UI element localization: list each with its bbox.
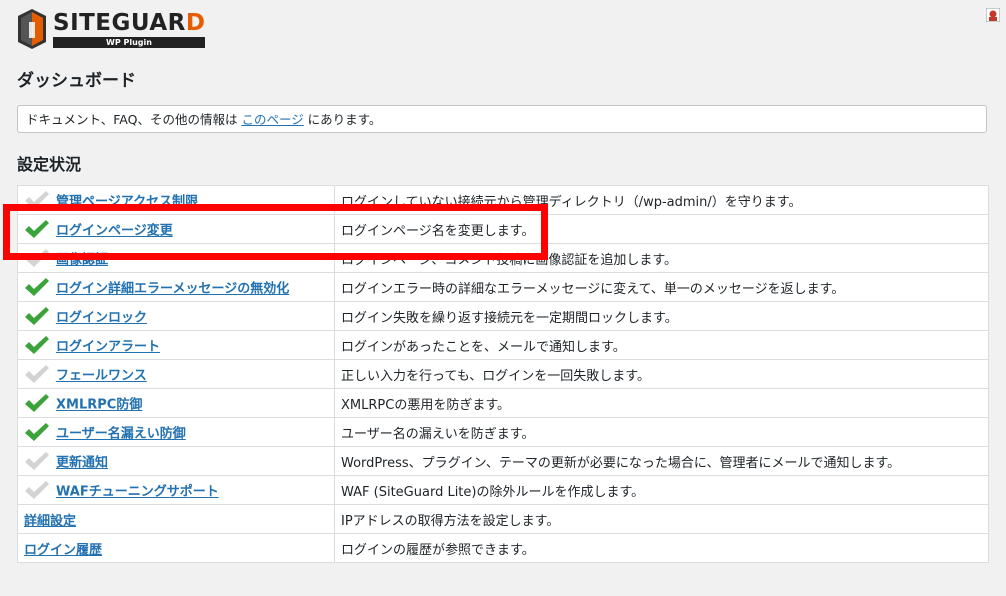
feature-link[interactable]: WAFチューニングサポート — [56, 485, 219, 500]
feature-description: ログインエラー時の詳細なエラーメッセージに変えて、単一のメッセージを返します。 — [334, 272, 989, 302]
feature-cell: ログインアラート — [17, 330, 335, 360]
feature-link[interactable]: XMLRPC防御 — [56, 398, 142, 413]
feature-description: ログイン失敗を繰り返す接続元を一定期間ロックします。 — [334, 301, 989, 331]
feature-link[interactable]: 更新通知 — [56, 456, 108, 471]
info-notice: ドキュメント、FAQ、その他の情報は このページ にあります。 — [17, 105, 987, 133]
check-enabled-icon — [25, 394, 49, 412]
feature-description: WordPress、プラグイン、テーマの更新が必要になった場合に、管理者にメール… — [334, 446, 989, 476]
settings-status-table: 管理ページアクセス制限 ログインしていない接続元から管理ディレクトリ（/wp-ad… — [17, 185, 989, 563]
check-disabled-icon — [25, 481, 49, 499]
feature-link[interactable]: 管理ページアクセス制限 — [56, 195, 198, 210]
page-title: ダッシュボード — [17, 71, 136, 91]
feature-link[interactable]: 画像認証 — [56, 253, 108, 268]
feature-description: ログインしていない接続元から管理ディレクトリ（/wp-admin/）を守ります。 — [334, 185, 989, 215]
notice-link[interactable]: このページ — [241, 112, 303, 127]
check-enabled-icon — [25, 220, 49, 238]
check-disabled-icon — [25, 191, 49, 209]
feature-link[interactable]: ログインアラート — [56, 340, 160, 355]
feature-description: ログインの履歴が参照できます。 — [334, 533, 989, 563]
feature-cell: 管理ページアクセス制限 — [17, 185, 335, 215]
table-row: 更新通知 WordPress、プラグイン、テーマの更新が必要になった場合に、管理者… — [17, 446, 989, 476]
table-row: ログインロック ログイン失敗を繰り返す接続元を一定期間ロックします。 — [17, 301, 989, 331]
feature-description: ユーザー名の漏えいを防ぎます。 — [334, 417, 989, 447]
feature-description: ログインページ名を変更します。 — [334, 214, 989, 244]
feature-link[interactable]: ユーザー名漏えい防御 — [56, 427, 186, 442]
feature-cell: ユーザー名漏えい防御 — [17, 417, 335, 447]
check-disabled-icon — [25, 452, 49, 470]
check-disabled-icon — [25, 365, 49, 383]
table-row: 管理ページアクセス制限 ログインしていない接続元から管理ディレクトリ（/wp-ad… — [17, 185, 989, 215]
user-avatar-icon[interactable] — [986, 8, 1000, 22]
feature-cell: 更新通知 — [17, 446, 335, 476]
table-row: ログイン詳細エラーメッセージの無効化 ログインエラー時の詳細なエラーメッセージに変… — [17, 272, 989, 302]
table-row: XMLRPC防御 XMLRPCの悪用を防ぎます。 — [17, 388, 989, 418]
feature-description: ログインページ、コメント投稿に画像認証を追加します。 — [334, 243, 989, 273]
check-enabled-icon — [25, 307, 49, 325]
check-enabled-icon — [25, 278, 49, 296]
table-row: ログインアラート ログインがあったことを、メールで通知します。 — [17, 330, 989, 360]
feature-cell: XMLRPC防御 — [17, 388, 335, 418]
notice-text-before: ドキュメント、FAQ、その他の情報は — [26, 112, 242, 127]
siteguard-shield-icon — [18, 9, 46, 49]
table-row: WAFチューニングサポート WAF (SiteGuard Lite)の除外ルールを… — [17, 475, 989, 505]
logo-subtitle: WP Plugin — [53, 37, 205, 48]
feature-link[interactable]: 詳細設定 — [24, 514, 76, 529]
feature-description: ログインがあったことを、メールで通知します。 — [334, 330, 989, 360]
feature-cell: ログインロック — [17, 301, 335, 331]
feature-description: IPアドレスの取得方法を設定します。 — [334, 504, 989, 534]
table-row: ログインページ変更 ログインページ名を変更します。 — [17, 214, 989, 244]
feature-cell: 画像認証 — [17, 243, 335, 273]
feature-cell: ログインページ変更 — [17, 214, 335, 244]
check-enabled-icon — [25, 336, 49, 354]
feature-description: WAF (SiteGuard Lite)の除外ルールを作成します。 — [334, 475, 989, 505]
feature-cell: ログイン履歴 — [17, 533, 335, 563]
feature-cell: フェールワンス — [17, 359, 335, 389]
table-row: 画像認証 ログインページ、コメント投稿に画像認証を追加します。 — [17, 243, 989, 273]
feature-cell: ログイン詳細エラーメッセージの無効化 — [17, 272, 335, 302]
table-row: ユーザー名漏えい防御 ユーザー名の漏えいを防ぎます。 — [17, 417, 989, 447]
feature-description: XMLRPCの悪用を防ぎます。 — [334, 388, 989, 418]
feature-link[interactable]: ログインページ変更 — [56, 224, 173, 239]
section-title: 設定状況 — [17, 155, 82, 174]
feature-link[interactable]: ログイン詳細エラーメッセージの無効化 — [56, 282, 289, 297]
check-disabled-icon — [25, 249, 49, 267]
logo-wordmark: SITEGUARD — [53, 10, 206, 36]
table-row: フェールワンス 正しい入力を行っても、ログインを一回失敗します。 — [17, 359, 989, 389]
feature-link[interactable]: ログインロック — [56, 311, 147, 326]
feature-cell: 詳細設定 — [17, 504, 335, 534]
check-enabled-icon — [25, 423, 49, 441]
feature-link[interactable]: フェールワンス — [56, 369, 147, 384]
feature-cell: WAFチューニングサポート — [17, 475, 335, 505]
table-row: ログイン履歴 ログインの履歴が参照できます。 — [17, 533, 989, 563]
feature-link[interactable]: ログイン履歴 — [24, 543, 102, 558]
table-row: 詳細設定 IPアドレスの取得方法を設定します。 — [17, 504, 989, 534]
notice-text-after: にあります。 — [303, 112, 382, 127]
siteguard-logo: SITEGUARD WP Plugin — [16, 8, 216, 52]
feature-description: 正しい入力を行っても、ログインを一回失敗します。 — [334, 359, 989, 389]
